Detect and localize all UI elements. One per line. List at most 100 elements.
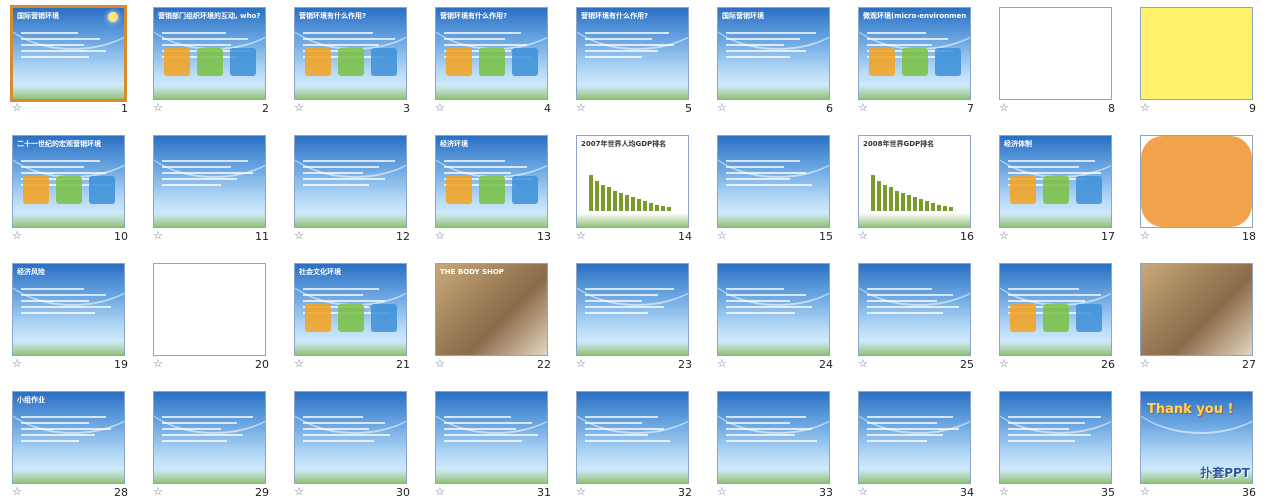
slide-transition-icon[interactable]: ☆ — [858, 486, 868, 497]
slide-thumbnail[interactable]: 经济体制 — [999, 135, 1112, 228]
slide-transition-icon[interactable]: ☆ — [999, 230, 1009, 241]
slide-transition-icon[interactable]: ☆ — [576, 358, 586, 369]
slide-thumbnail[interactable]: 国际营销环境 — [717, 7, 830, 100]
slide-thumbnail-cell[interactable]: THE BODY SHOP ☆ 22 — [423, 256, 564, 374]
slide-thumbnail[interactable] — [294, 391, 407, 484]
slide-thumbnail[interactable]: 营销环境有什么作用? — [435, 7, 548, 100]
slide-thumbnail[interactable] — [717, 263, 830, 356]
slide-thumbnail-cell[interactable]: Thank you ! 扑套PPT ☆ 36 — [1128, 384, 1269, 502]
slide-thumbnail[interactable]: 营销部门组织环境的互动, who? — [153, 7, 266, 100]
slide-thumbnail[interactable]: 2008年世界GDP排名 — [858, 135, 971, 228]
slide-thumbnail-cell[interactable]: 社会文化环境 ☆ 21 — [282, 256, 423, 374]
slide-thumbnail[interactable]: Thank you ! 扑套PPT — [1140, 391, 1253, 484]
slide-thumbnail[interactable]: 微观环境(micro-environment) — [858, 7, 971, 100]
slide-transition-icon[interactable]: ☆ — [153, 102, 163, 113]
slide-thumbnail-cell[interactable]: ☆ 20 — [141, 256, 282, 374]
slide-thumbnail-cell[interactable]: 营销部门组织环境的互动, who? ☆ 2 — [141, 0, 282, 118]
slide-thumbnail[interactable] — [1140, 135, 1253, 228]
slide-thumbnail[interactable]: 经济环境 — [435, 135, 548, 228]
slide-thumbnail[interactable]: 国际营销环境 — [10, 5, 127, 102]
slide-thumbnail[interactable] — [999, 263, 1112, 356]
slide-transition-icon[interactable]: ☆ — [858, 230, 868, 241]
slide-thumbnail-cell[interactable]: ☆ 34 — [846, 384, 987, 502]
slide-thumbnail-cell[interactable]: 营销环境有什么作用? ☆ 3 — [282, 0, 423, 118]
slide-thumbnail[interactable] — [999, 391, 1112, 484]
slide-thumbnail-cell[interactable]: 2007年世界人均GDP排名 ☆ 14 — [564, 128, 705, 246]
slide-transition-icon[interactable]: ☆ — [294, 486, 304, 497]
slide-transition-icon[interactable]: ☆ — [12, 358, 22, 369]
slide-thumbnail[interactable] — [717, 135, 830, 228]
slide-thumbnail[interactable] — [576, 391, 689, 484]
slide-thumbnail-cell[interactable]: 国际营销环境 ☆ 1 — [0, 0, 141, 118]
slide-transition-icon[interactable]: ☆ — [294, 102, 304, 113]
slide-thumbnail-cell[interactable]: 小组作业 ☆ 28 — [0, 384, 141, 502]
slide-transition-icon[interactable]: ☆ — [435, 230, 445, 241]
slide-thumbnail[interactable]: 营销环境有什么作用? — [294, 7, 407, 100]
slide-thumbnail-cell[interactable]: ☆ 31 — [423, 384, 564, 502]
slide-transition-icon[interactable]: ☆ — [576, 102, 586, 113]
slide-thumbnail-cell[interactable]: ☆ 33 — [705, 384, 846, 502]
slide-transition-icon[interactable]: ☆ — [1140, 358, 1150, 369]
slide-transition-icon[interactable]: ☆ — [717, 358, 727, 369]
slide-transition-icon[interactable]: ☆ — [12, 486, 22, 497]
slide-thumbnail[interactable] — [153, 391, 266, 484]
slide-transition-icon[interactable]: ☆ — [999, 102, 1009, 113]
slide-thumbnail-cell[interactable]: ☆ 23 — [564, 256, 705, 374]
slide-thumbnail-cell[interactable]: ☆ 12 — [282, 128, 423, 246]
slide-thumbnail-cell[interactable]: 经济风险 ☆ 19 — [0, 256, 141, 374]
slide-transition-icon[interactable]: ☆ — [858, 102, 868, 113]
slide-transition-icon[interactable]: ☆ — [1140, 230, 1150, 241]
slide-transition-icon[interactable]: ☆ — [999, 486, 1009, 497]
slide-thumbnail[interactable] — [153, 263, 266, 356]
slide-transition-icon[interactable]: ☆ — [294, 358, 304, 369]
slide-thumbnail[interactable] — [858, 391, 971, 484]
slide-thumbnail-cell[interactable]: 2008年世界GDP排名 ☆ 16 — [846, 128, 987, 246]
slide-transition-icon[interactable]: ☆ — [576, 486, 586, 497]
slide-transition-icon[interactable]: ☆ — [12, 102, 22, 113]
slide-transition-icon[interactable]: ☆ — [858, 358, 868, 369]
slide-thumbnail[interactable]: 二十一世纪的宏观营销环境 — [12, 135, 125, 228]
slide-thumbnail-cell[interactable]: 营销环境有什么作用? ☆ 4 — [423, 0, 564, 118]
slide-transition-icon[interactable]: ☆ — [12, 230, 22, 241]
slide-thumbnail[interactable]: 小组作业 — [12, 391, 125, 484]
slide-transition-icon[interactable]: ☆ — [153, 486, 163, 497]
slide-thumbnail-cell[interactable]: ☆ 18 — [1128, 128, 1269, 246]
slide-thumbnail-cell[interactable]: ☆ 25 — [846, 256, 987, 374]
slide-thumbnail[interactable]: 经济风险 — [12, 263, 125, 356]
slide-thumbnail[interactable] — [999, 7, 1112, 100]
slide-thumbnail-cell[interactable]: 国际营销环境 ☆ 6 — [705, 0, 846, 118]
slide-transition-icon[interactable]: ☆ — [1140, 486, 1150, 497]
slide-transition-icon[interactable]: ☆ — [153, 230, 163, 241]
slide-thumbnail-cell[interactable]: ☆ 32 — [564, 384, 705, 502]
slide-thumbnail-cell[interactable]: 营销环境有什么作用? ☆ 5 — [564, 0, 705, 118]
slide-thumbnail[interactable]: 2007年世界人均GDP排名 — [576, 135, 689, 228]
slide-transition-icon[interactable]: ☆ — [153, 358, 163, 369]
slide-thumbnail-cell[interactable]: ☆ 9 — [1128, 0, 1269, 118]
slide-transition-icon[interactable]: ☆ — [576, 230, 586, 241]
slide-thumbnail-cell[interactable]: 经济环境 ☆ 13 — [423, 128, 564, 246]
slide-thumbnail[interactable]: 营销环境有什么作用? — [576, 7, 689, 100]
slide-transition-icon[interactable]: ☆ — [1140, 102, 1150, 113]
slide-thumbnail[interactable]: 社会文化环境 — [294, 263, 407, 356]
slide-thumbnail-cell[interactable]: 微观环境(micro-environment) ☆ 7 — [846, 0, 987, 118]
slide-thumbnail[interactable] — [294, 135, 407, 228]
slide-thumbnail-cell[interactable]: ☆ 29 — [141, 384, 282, 502]
slide-thumbnail[interactable] — [858, 263, 971, 356]
slide-thumbnail[interactable] — [717, 391, 830, 484]
slide-thumbnail-cell[interactable]: ☆ 15 — [705, 128, 846, 246]
slide-transition-icon[interactable]: ☆ — [999, 358, 1009, 369]
slide-thumbnail[interactable] — [1140, 7, 1253, 100]
slide-thumbnail[interactable] — [1140, 263, 1253, 356]
slide-thumbnail-cell[interactable]: ☆ 35 — [987, 384, 1128, 502]
slide-thumbnail[interactable] — [576, 263, 689, 356]
slide-transition-icon[interactable]: ☆ — [435, 358, 445, 369]
slide-thumbnail-cell[interactable]: ☆ 24 — [705, 256, 846, 374]
slide-thumbnail-cell[interactable]: ☆ 26 — [987, 256, 1128, 374]
slide-thumbnail-cell[interactable]: ☆ 8 — [987, 0, 1128, 118]
slide-transition-icon[interactable]: ☆ — [717, 486, 727, 497]
slide-transition-icon[interactable]: ☆ — [717, 102, 727, 113]
slide-transition-icon[interactable]: ☆ — [435, 102, 445, 113]
slide-transition-icon[interactable]: ☆ — [294, 230, 304, 241]
slide-thumbnail-cell[interactable]: ☆ 11 — [141, 128, 282, 246]
slide-thumbnail-cell[interactable]: 经济体制 ☆ 17 — [987, 128, 1128, 246]
